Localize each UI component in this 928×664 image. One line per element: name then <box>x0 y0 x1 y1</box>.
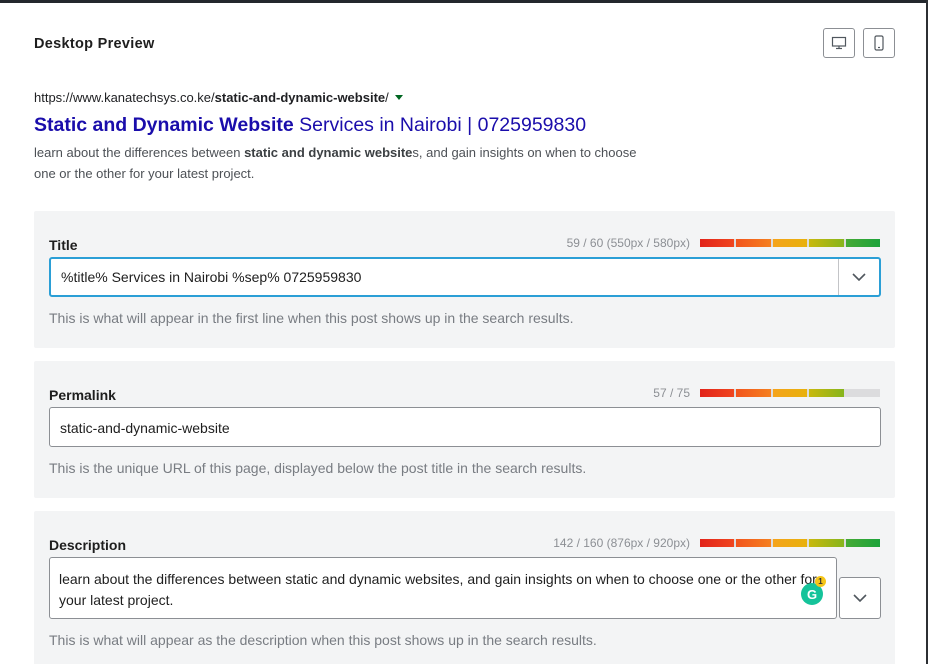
permalink-counter: 57 / 75 <box>653 386 690 400</box>
description-counter: 142 / 160 (876px / 920px) <box>553 536 690 550</box>
title-help-text: This is what will appear in the first li… <box>49 310 574 326</box>
bar-segment <box>845 389 881 397</box>
description-input-wrapper: learn about the differences between stat… <box>49 557 881 619</box>
title-input-value: %title% Services in Nairobi %sep% 072595… <box>61 269 362 285</box>
serp-description: learn about the differences between stat… <box>34 145 637 181</box>
permalink-label: Permalink <box>49 387 116 403</box>
description-variables-dropdown[interactable] <box>839 577 881 619</box>
url-dropdown-caret-icon <box>394 95 403 101</box>
serp-title[interactable]: Static and Dynamic Website Services in N… <box>34 114 586 137</box>
permalink-input-value: static-and-dynamic-website <box>60 420 230 436</box>
bar-segment <box>809 539 844 547</box>
permalink-panel: Permalink 57 / 75 static-and-dynamic-web… <box>34 361 895 498</box>
title-label: Title <box>49 237 78 253</box>
bar-segment <box>700 389 735 397</box>
chevron-down-icon <box>853 594 867 602</box>
top-border <box>0 0 928 3</box>
title-variables-dropdown[interactable] <box>838 259 879 295</box>
bar-segment <box>809 239 844 247</box>
chevron-down-icon <box>852 273 866 281</box>
title-length-bar <box>700 239 881 247</box>
bar-segment <box>736 389 771 397</box>
permalink-input[interactable]: static-and-dynamic-website <box>49 407 881 447</box>
bar-segment <box>845 239 881 247</box>
permalink-length-bar <box>700 389 881 397</box>
bar-segment <box>736 239 771 247</box>
bar-segment <box>700 239 735 247</box>
description-length-bar <box>700 539 881 547</box>
desktop-preview-button[interactable] <box>823 28 855 58</box>
description-textarea-value: learn about the differences between stat… <box>59 571 817 608</box>
bar-segment <box>736 539 771 547</box>
mobile-preview-button[interactable] <box>863 28 895 58</box>
serp-url: https://www.kanatechsys.co.ke/static-and… <box>34 90 403 105</box>
bar-segment <box>772 239 808 247</box>
description-panel: Description 142 / 160 (876px / 920px) le… <box>34 511 895 664</box>
description-help-text: This is what will appear as the descript… <box>49 632 597 648</box>
description-textarea[interactable]: learn about the differences between stat… <box>49 557 837 619</box>
title-panel: Title 59 / 60 (550px / 580px) %title% Se… <box>34 211 895 348</box>
bar-segment <box>772 389 808 397</box>
description-label: Description <box>49 537 127 553</box>
preview-title: Desktop Preview <box>34 36 155 52</box>
bar-segment <box>809 389 844 397</box>
title-input[interactable]: %title% Services in Nairobi %sep% 072595… <box>49 257 881 297</box>
bar-segment <box>772 539 808 547</box>
mobile-icon <box>874 35 884 51</box>
bar-segment <box>845 539 881 547</box>
permalink-help-text: This is the unique URL of this page, dis… <box>49 460 587 476</box>
title-counter: 59 / 60 (550px / 580px) <box>566 236 690 250</box>
bar-segment <box>700 539 735 547</box>
desktop-icon <box>831 36 847 50</box>
grammarly-count-badge: 1 <box>815 576 826 587</box>
